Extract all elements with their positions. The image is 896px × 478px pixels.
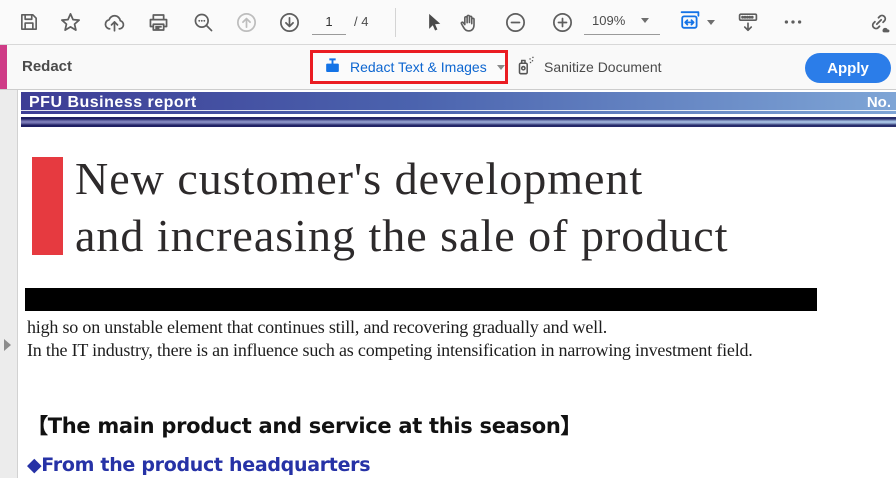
chevron-down-icon — [707, 19, 715, 25]
sanitize-spray-icon — [514, 55, 536, 80]
pdf-page: PFU Business report No. New customer's d… — [18, 90, 896, 478]
document-title-line2: and increasing the sale of product — [75, 210, 729, 261]
zoom-in-button[interactable] — [545, 5, 579, 39]
report-header-rule — [21, 117, 896, 127]
fit-width-dropdown[interactable] — [678, 5, 724, 39]
minus-circle-icon — [504, 11, 527, 34]
printer-icon — [147, 11, 170, 34]
report-header-band: PFU Business report No. — [21, 92, 896, 114]
page-number-input[interactable] — [312, 9, 346, 35]
page-total-label: / 4 — [354, 14, 369, 29]
fit-width-icon — [678, 8, 702, 37]
sanitize-document-label: Sanitize Document — [544, 59, 662, 75]
redact-button-highlight-box: Redact Text & Images — [310, 50, 508, 84]
redaction-mark[interactable] — [25, 288, 817, 311]
more-tools-button[interactable] — [776, 5, 810, 39]
redact-accent-bar — [0, 45, 7, 89]
save-button[interactable] — [12, 5, 46, 39]
hand-tool-button[interactable] — [451, 5, 485, 39]
document-title-line1: New customer's development — [75, 153, 644, 204]
document-area: PFU Business report No. New customer's d… — [0, 90, 896, 478]
redact-tool-icon — [323, 56, 342, 78]
cursor-arrow-icon — [422, 11, 444, 33]
star-icon — [59, 11, 82, 34]
title-red-block — [32, 157, 63, 255]
section-heading: 【The main product and service at this se… — [27, 414, 582, 438]
star-button[interactable] — [53, 5, 87, 39]
zoom-out-button[interactable] — [498, 5, 532, 39]
next-page-button[interactable] — [272, 5, 306, 39]
nav-pane-toggle-button[interactable] — [4, 338, 16, 352]
redact-text-images-button[interactable]: Redact Text & Images — [313, 53, 505, 81]
hand-icon — [457, 11, 480, 34]
apply-button[interactable]: Apply — [805, 53, 891, 83]
previous-page-button[interactable] — [229, 5, 263, 39]
chevron-down-icon — [496, 64, 505, 70]
document-body: high so on unstable element that continu… — [27, 316, 753, 362]
acrobat-window: / 4 109% — [0, 0, 896, 478]
print-button[interactable] — [141, 5, 175, 39]
redact-tool-title: Redact — [22, 58, 73, 75]
arrow-up-circle-icon — [235, 11, 258, 34]
zoom-level-value: 109% — [592, 13, 626, 28]
share-upload-button[interactable] — [97, 5, 131, 39]
body-line2: In the IT industry, there is an influenc… — [27, 340, 753, 360]
toolbar-separator — [395, 8, 396, 37]
product-headquarters-line: ◆From the product headquarters — [27, 454, 371, 476]
body-line1: high so on unstable element that continu… — [27, 317, 608, 337]
arrow-down-circle-icon — [278, 11, 301, 34]
link-cloud-icon — [867, 10, 891, 34]
report-header-number-label: No. — [866, 94, 891, 111]
sanitize-document-button[interactable]: Sanitize Document — [514, 50, 662, 84]
search-icon — [192, 11, 215, 34]
redact-toolbar: Redact Redact Text & Images Sanitize Doc… — [0, 45, 896, 90]
chevron-down-icon — [641, 18, 650, 23]
dock-toolbar-icon — [736, 10, 760, 34]
share-link-button[interactable] — [862, 5, 896, 39]
find-button[interactable] — [186, 5, 220, 39]
dock-toolbar-button[interactable] — [731, 5, 765, 39]
redact-text-images-label: Redact Text & Images — [350, 59, 487, 75]
document-title: New customer's development and increasin… — [75, 150, 729, 264]
header-hairline — [21, 110, 896, 111]
right-triangle-icon — [4, 339, 11, 351]
select-tool-button[interactable] — [416, 5, 450, 39]
save-icon — [18, 11, 40, 33]
navigation-pane-strip — [0, 90, 18, 478]
cloud-upload-icon — [103, 11, 126, 34]
ellipsis-icon — [782, 11, 804, 33]
zoom-level-dropdown[interactable]: 109% — [584, 7, 660, 35]
plus-circle-icon — [551, 11, 574, 34]
main-toolbar: / 4 109% — [0, 0, 896, 45]
